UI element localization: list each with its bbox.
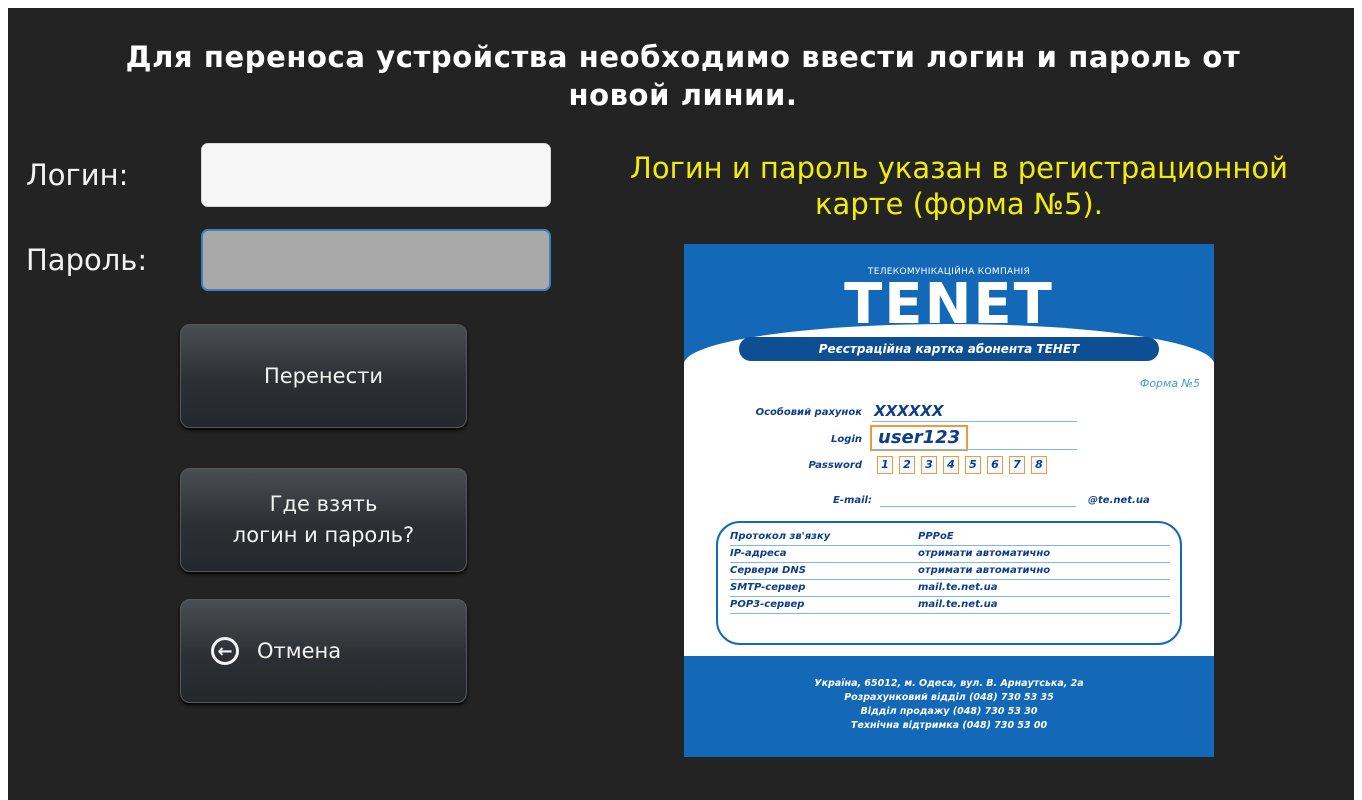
login-input[interactable] [201, 143, 551, 207]
password-input[interactable] [201, 229, 551, 291]
card-account-line [872, 421, 1077, 422]
password-digit: 5 [965, 456, 981, 474]
transfer-button[interactable]: Перенести [180, 324, 467, 428]
tenet-logo: TENET [844, 272, 1054, 337]
card-row-label: POP3-сервер [730, 599, 805, 610]
card-row-value: mail.te.net.ua [918, 582, 998, 593]
cancel-button-label: Отмена [257, 639, 342, 663]
card-password-label: Password [808, 460, 862, 471]
card-email-domain: @te.net.ua [1088, 495, 1150, 506]
registration-card-image: ТЕЛЕКОМУНІКАЦІЙНА КОМПАНІЯ TENET Реєстра… [684, 244, 1214, 757]
card-row-label: Сервери DNS [730, 565, 806, 576]
card-login-value: user123 [870, 425, 969, 451]
card-footer: Україна, 65012, м. Одеса, вул. В. Арнаут… [684, 656, 1214, 757]
card-row-label: SMTP-сервер [730, 582, 806, 593]
credentials-hint: Логин и пароль указан в регистрационной … [564, 150, 1354, 222]
card-row-label: IP-адреса [730, 548, 787, 559]
where-button-label: Где взять логин и пароль? [233, 489, 414, 551]
card-row-value: mail.te.net.ua [918, 599, 998, 610]
card-subtitle: Реєстраційна картка абонента ТЕНЕТ [739, 337, 1159, 361]
card-account-value: XXXXXX [874, 402, 944, 420]
where-credentials-button[interactable]: Где взять логин и пароль? [180, 468, 467, 572]
card-footer-sales: Відділ продажу (048) 730 53 30 [860, 706, 1038, 717]
password-digit: 4 [943, 456, 959, 474]
password-digit: 6 [987, 456, 1003, 474]
card-footer-address: Україна, 65012, м. Одеса, вул. В. Арнаут… [814, 678, 1084, 689]
title-line-1: Для переноса устройства необходимо ввест… [125, 40, 1241, 74]
card-account-label: Особовий рахунок [755, 407, 862, 418]
transfer-button-label: Перенести [263, 364, 384, 388]
card-row-label: Протокол зв'язку [730, 531, 831, 542]
cancel-button[interactable]: ← Отмена [180, 599, 467, 703]
card-row-line [730, 562, 1170, 563]
card-form-number: Форма №5 [1139, 377, 1200, 390]
card-row-line [730, 545, 1170, 546]
password-digit: 3 [921, 456, 937, 474]
card-row-value: PPPoE [918, 531, 954, 542]
card-row-line [730, 579, 1170, 580]
page-title: Для переноса устройства необходимо ввест… [48, 38, 1318, 114]
card-email-line [880, 506, 1076, 507]
card-row-value: отримати автоматично [918, 565, 1051, 576]
card-row-line [730, 596, 1170, 597]
password-digit: 7 [1009, 456, 1025, 474]
password-digit: 1 [877, 456, 893, 474]
card-login-line [872, 449, 1077, 450]
card-footer-billing: Розрахунковий відділ (048) 730 53 35 [844, 692, 1054, 703]
card-row-line [730, 613, 1170, 614]
password-digit: 8 [1031, 456, 1047, 474]
hint-line-1: Логин и пароль указан в регистрационной [630, 151, 1288, 185]
where-line-1: Где взять [269, 492, 378, 516]
password-label: Пароль: [26, 243, 148, 277]
card-email-label: E-mail: [832, 495, 872, 506]
card-connection-box: Протокол зв'язку PPPoE IP-адреса отримат… [716, 521, 1182, 645]
dialog-screen: Для переноса устройства необходимо ввест… [8, 8, 1354, 800]
card-login-label: Login [831, 434, 862, 445]
card-row-value: отримати автоматично [918, 548, 1051, 559]
arrow-left-circle-icon: ← [211, 637, 239, 665]
title-line-2: новой линии. [568, 78, 798, 112]
where-line-2: логин и пароль? [232, 523, 415, 547]
login-label: Логин: [26, 158, 129, 192]
card-footer-support: Технічна відтримка (048) 730 53 00 [850, 720, 1048, 731]
password-digit: 2 [899, 456, 915, 474]
hint-line-2: карте (форма №5). [815, 187, 1103, 221]
